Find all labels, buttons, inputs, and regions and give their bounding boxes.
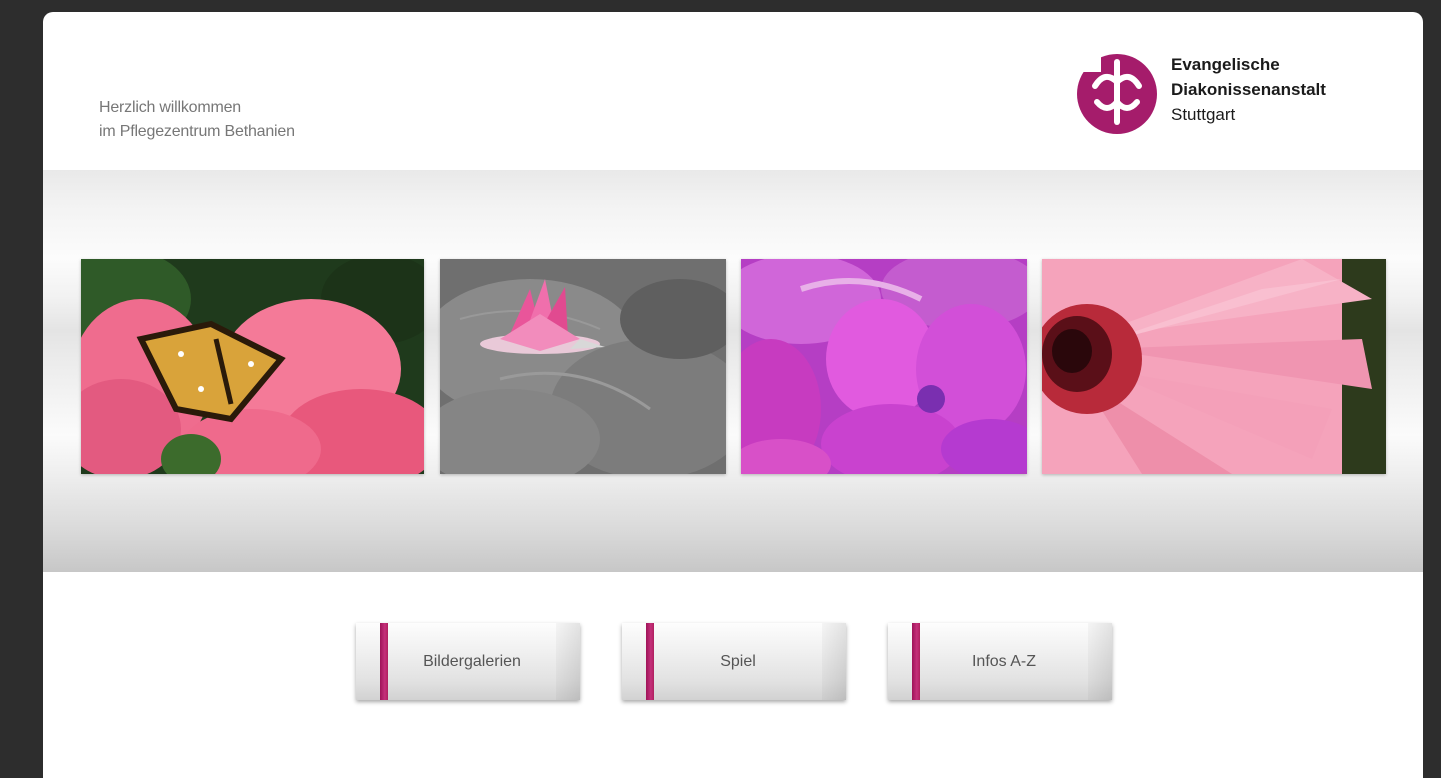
button-edge: [556, 623, 580, 700]
gerbera-image: [1042, 259, 1386, 474]
logo-line-3: Stuttgart: [1171, 105, 1236, 124]
button-edge: [822, 623, 846, 700]
water-lily-image: [440, 259, 726, 474]
purple-flower-image: [741, 259, 1027, 474]
button-accent-bar: [646, 623, 654, 700]
photo-butterfly[interactable]: [81, 259, 424, 474]
infos-a-z-button[interactable]: Infos A-Z: [888, 623, 1112, 700]
butterfly-flower-image: [81, 259, 424, 474]
logo-line-2: Diakonissenanstalt: [1171, 80, 1326, 99]
photo-gerbera[interactable]: [1042, 259, 1386, 474]
diakonie-logo-icon: [1077, 50, 1157, 134]
photo-water-lily[interactable]: [440, 259, 726, 474]
logo: Evangelische Diakonissenanstalt Stuttgar…: [1075, 48, 1375, 140]
welcome-text: Herzlich willkommen im Pflegezentrum Bet…: [99, 96, 295, 144]
bildergalerien-button[interactable]: Bildergalerien: [356, 623, 580, 700]
spiel-button[interactable]: Spiel: [622, 623, 846, 700]
bildergalerien-label: Bildergalerien: [423, 653, 521, 670]
spiel-label: Spiel: [720, 653, 756, 670]
button-edge: [1088, 623, 1112, 700]
welcome-line-1: Herzlich willkommen: [99, 99, 242, 116]
button-accent-bar: [380, 623, 388, 700]
button-accent-bar: [912, 623, 920, 700]
main-panel: Herzlich willkommen im Pflegezentrum Bet…: [43, 12, 1423, 778]
photo-purple-flower[interactable]: [741, 259, 1027, 474]
logo-line-1: Evangelische: [1171, 55, 1280, 74]
infos-a-z-label: Infos A-Z: [971, 653, 1037, 670]
welcome-line-2: im Pflegezentrum Bethanien: [99, 123, 295, 140]
